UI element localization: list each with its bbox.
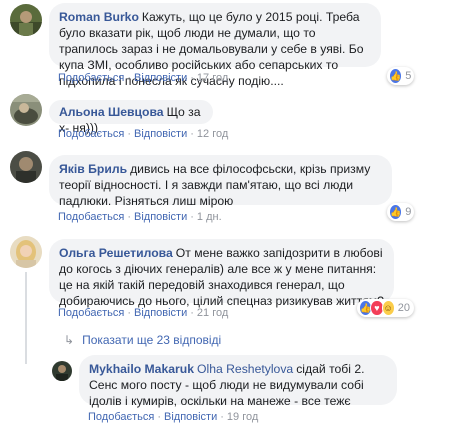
reaction-summary[interactable]: 👍 5 [387, 67, 414, 85]
show-more-replies-label: Показати ще 23 відповіді [82, 333, 222, 347]
comment-time[interactable]: 12 год [197, 128, 228, 140]
comment-time[interactable]: 1 дн. [197, 211, 222, 223]
comment-actions: Подобається · Відповісти · 1 дн. [58, 211, 222, 223]
reaction-summary[interactable]: 👍 ♥ ☺ 20 [357, 299, 414, 317]
reply-button[interactable]: Відповісти [134, 128, 187, 140]
like-button[interactable]: Подобається [58, 211, 124, 223]
reply-mention[interactable]: Olha Reshetylova [197, 362, 293, 376]
reply-arrow-icon: ↳ [64, 333, 75, 347]
avatar[interactable] [10, 236, 42, 268]
comment-time[interactable]: 21 год [197, 307, 228, 319]
avatar-image [52, 361, 72, 381]
reaction-summary[interactable]: 👍 9 [387, 203, 414, 221]
haha-reaction-icon: ☺ [381, 300, 395, 316]
comment-author[interactable]: Roman Burko [59, 10, 139, 24]
like-button[interactable]: Подобається [88, 411, 154, 423]
like-button[interactable]: Подобається [58, 72, 124, 84]
avatar[interactable] [10, 4, 42, 36]
comment-bubble: Альона Шевцова Що за х- ня))) [49, 100, 213, 135]
comment-actions: Подобається · Відповісти · 21 год [58, 307, 229, 319]
reply-time[interactable]: 19 год [227, 411, 258, 423]
reaction-count: 5 [405, 70, 412, 82]
like-reaction-icon: 👍 [389, 68, 403, 84]
comment-author[interactable]: Ольга Решетилова [59, 246, 173, 260]
like-reaction-icon: 👍 [389, 204, 403, 220]
comment-bubble: Яків Бриль дивись на все філософсьски, кр… [49, 155, 392, 208]
avatar-image [10, 151, 42, 183]
comment-author[interactable]: Альона Шевцова [59, 105, 164, 119]
reply-author[interactable]: Mykhailo Makaruk [89, 362, 194, 376]
comment-bubble: Ольга Решетилова От мене важко запідозрит… [49, 239, 394, 308]
comment-bubble: Roman Burko Кажуть, що це було у 2015 роц… [49, 3, 381, 88]
avatar[interactable] [52, 361, 72, 381]
like-button[interactable]: Подобається [58, 307, 124, 319]
reply-actions: Подобається · Відповісти · 19 год [88, 411, 259, 423]
comment-actions: Подобається · Відповісти · 17 год [58, 72, 229, 84]
comment-author[interactable]: Яків Бриль [59, 162, 127, 176]
avatar[interactable] [10, 151, 42, 183]
reaction-count: 9 [405, 206, 412, 218]
reply-button[interactable]: Відповісти [134, 211, 187, 223]
avatar-image [10, 94, 42, 126]
reply-button[interactable]: Відповісти [134, 72, 187, 84]
reply-button[interactable]: Відповісти [134, 307, 187, 319]
reaction-count: 20 [397, 302, 410, 314]
avatar[interactable] [10, 94, 42, 126]
show-more-replies-link[interactable]: ↳ Показати ще 23 відповіді [64, 333, 221, 347]
like-button[interactable]: Подобається [58, 128, 124, 140]
comment-time[interactable]: 17 год [197, 72, 228, 84]
avatar-image [10, 4, 42, 36]
comment-actions: Подобається · Відповісти · 12 год [58, 128, 229, 140]
reply-button[interactable]: Відповісти [164, 411, 217, 423]
avatar-image [10, 236, 42, 268]
thread-line [25, 272, 27, 364]
reply-bubble: Mykhailo Makaruk Olha Reshetylova сідай то… [79, 355, 397, 408]
